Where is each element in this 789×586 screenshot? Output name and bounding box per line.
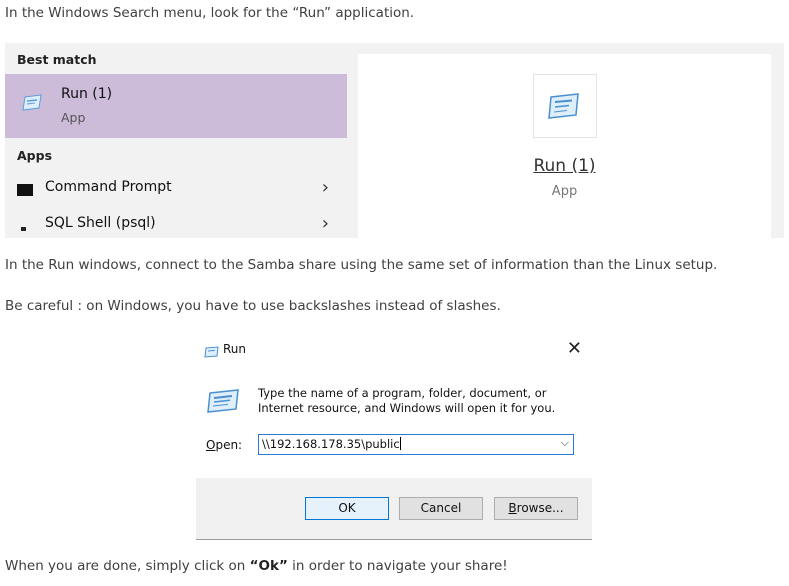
run-icon: [533, 74, 597, 138]
best-match-header: Best match: [17, 52, 97, 67]
close-icon[interactable]: ✕: [567, 338, 582, 359]
best-match-item[interactable]: Run (1) App: [5, 74, 347, 138]
apps-header: Apps: [17, 148, 53, 163]
app-item-command-prompt[interactable]: Command Prompt ›: [5, 171, 347, 205]
preview-title[interactable]: Run (1): [358, 156, 771, 176]
chevron-down-icon[interactable]: ⌵: [561, 436, 569, 450]
best-match-subtitle: App: [61, 110, 86, 125]
open-input[interactable]: \\192.168.178.35\public ⌵: [258, 434, 574, 455]
run-icon: [204, 343, 219, 362]
browse-label: Browse...: [508, 501, 564, 515]
done-text: When you are done, simply click on “Ok” …: [5, 557, 508, 575]
search-menu-screenshot: Best match Run (1) App Apps Command Prom…: [5, 43, 784, 238]
done-prefix: When you are done, simply click on: [5, 558, 250, 574]
run-dialog-description: Type the name of a program, folder, docu…: [258, 386, 556, 415]
ok-button[interactable]: OK: [305, 497, 389, 520]
chevron-right-icon[interactable]: ›: [322, 177, 329, 198]
app-item-sql-shell[interactable]: SQL Shell (psql) ›: [5, 207, 347, 238]
intro-text: In the Windows Search menu, look for the…: [5, 5, 415, 21]
open-input-value: \\192.168.178.35\public: [262, 437, 401, 451]
run-dialog-title: Run: [223, 342, 247, 356]
open-label-text: Open:: [206, 438, 243, 452]
search-results-pane: Best match Run (1) App Apps Command Prom…: [5, 43, 347, 238]
best-match-title: Run (1): [61, 86, 113, 102]
app-label: Command Prompt: [45, 179, 172, 195]
done-suffix: in order to navigate your share!: [287, 558, 508, 574]
open-input-text: \\192.168.178.35\public: [262, 437, 400, 451]
preview-subtitle: App: [551, 184, 578, 199]
command-prompt-icon: [17, 181, 33, 200]
sql-shell-icon: [17, 219, 33, 238]
text-caret: [399, 437, 401, 450]
cancel-button[interactable]: Cancel: [399, 497, 483, 520]
open-label: Open:: [206, 438, 242, 452]
chevron-right-icon[interactable]: ›: [322, 213, 329, 234]
careful-text: Be careful : on Windows, you have to use…: [5, 298, 501, 314]
connect-text: In the Run windows, connect to the Samba…: [5, 257, 718, 273]
run-icon: [17, 88, 49, 118]
app-label: SQL Shell (psql): [45, 215, 156, 231]
run-dialog-titlebar: Run ✕: [196, 334, 592, 364]
run-icon: [206, 387, 240, 419]
run-dialog: Run ✕ Type the name of a program, folder…: [196, 334, 592, 540]
browse-button[interactable]: Browse...: [494, 497, 578, 520]
run-dialog-footer: OK Cancel Browse...: [196, 478, 592, 539]
preview-pane: Run (1) App: [358, 54, 771, 238]
done-ok-emphasis: “Ok”: [249, 558, 288, 574]
